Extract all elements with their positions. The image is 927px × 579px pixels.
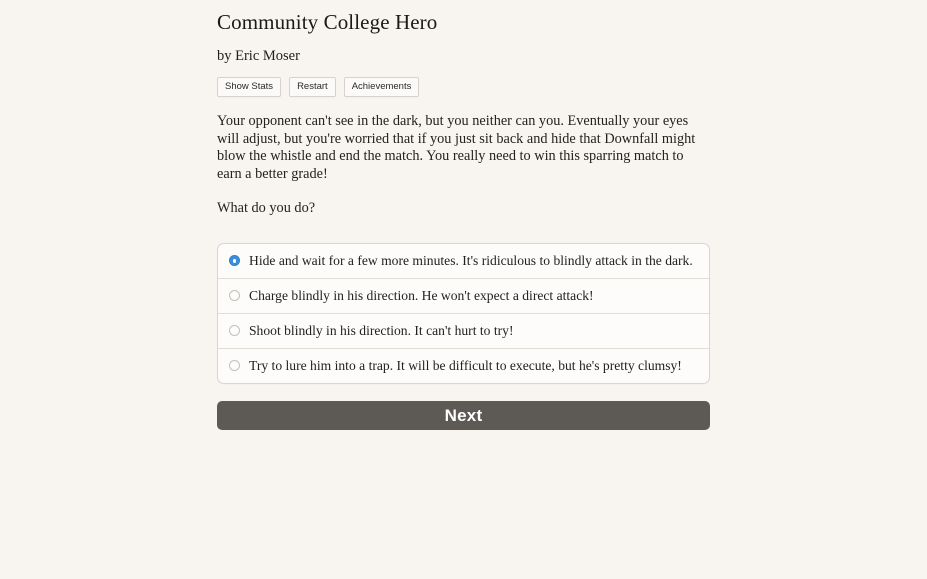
radio-icon[interactable]	[229, 360, 240, 372]
choice-option-label: Shoot blindly in his direction. It can't…	[249, 322, 514, 338]
show-stats-button[interactable]: Show Stats	[217, 77, 282, 97]
choice-prompt: What do you do?	[217, 200, 316, 217]
choice-option-4[interactable]: Try to lure him into a trap. It will be …	[218, 347, 709, 383]
choice-option-2[interactable]: Charge blindly in his direction. He won'…	[218, 277, 709, 313]
content-column: Community College Hero by Eric Moser Sho…	[217, 0, 710, 430]
radio-icon[interactable]	[229, 255, 240, 267]
choice-list: Hide and wait for a few more minutes. It…	[217, 242, 710, 384]
toolbar: Show Stats Restart Achievements	[217, 65, 710, 97]
achievements-button[interactable]: Achievements	[343, 77, 420, 97]
author-byline: by Eric Moser	[217, 48, 300, 64]
choice-option-label: Try to lure him into a trap. It will be …	[249, 357, 682, 373]
story-paragraph: Your opponent can't see in the dark, but…	[217, 113, 696, 182]
choice-option-label: Charge blindly in his direction. He won'…	[249, 287, 594, 303]
radio-icon[interactable]	[229, 325, 240, 337]
radio-icon[interactable]	[229, 290, 240, 302]
restart-button[interactable]: Restart	[289, 77, 336, 97]
choice-option-label: Hide and wait for a few more minutes. It…	[249, 252, 693, 268]
page-title: Community College Hero	[217, 10, 438, 34]
choice-option-3[interactable]: Shoot blindly in his direction. It can't…	[218, 312, 709, 348]
choice-option-1[interactable]: Hide and wait for a few more minutes. It…	[218, 244, 709, 278]
next-button[interactable]: Next	[217, 400, 710, 430]
game-page: Community College Hero by Eric Moser Sho…	[0, 0, 927, 579]
